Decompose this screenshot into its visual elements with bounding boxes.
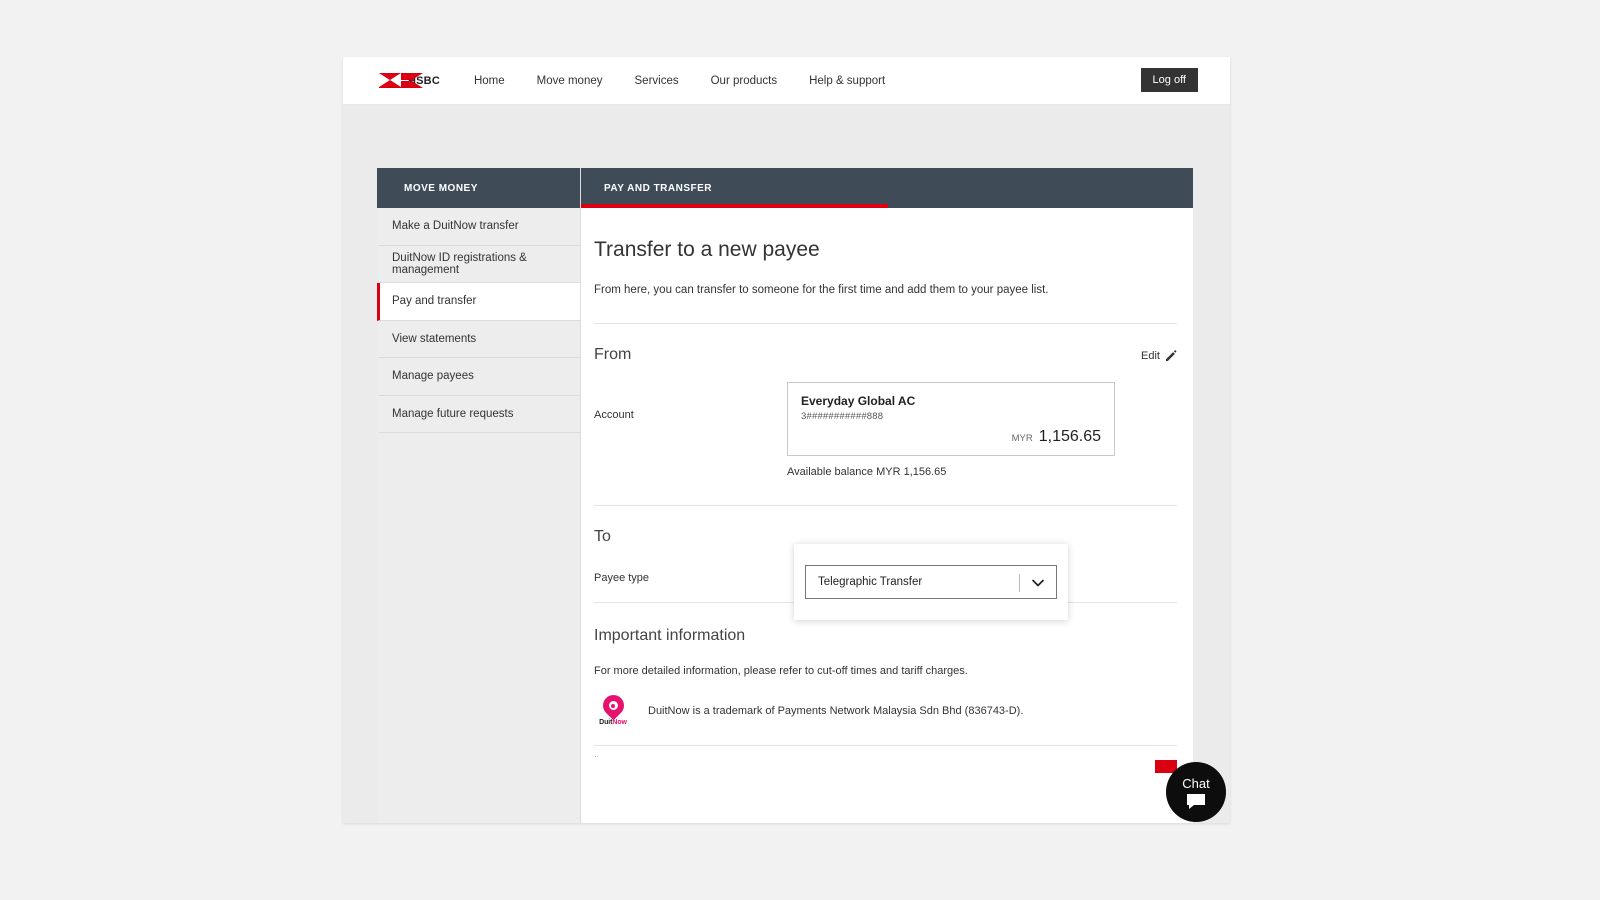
nav-item-services[interactable]: Services [635, 75, 679, 87]
important-information-text: For more detailed information, please re… [594, 665, 968, 677]
duitnow-trademark-text: DuitNow is a trademark of Payments Netwo… [648, 704, 1024, 717]
account-field-label: Account [594, 409, 634, 421]
duitnow-wordmark-second: Now [612, 719, 627, 726]
page-title: Transfer to a new payee [594, 238, 820, 261]
duitnow-wordmark: DuitNow [599, 719, 627, 726]
account-card[interactable]: Everyday Global AC 3###########888 MYR 1… [787, 382, 1115, 456]
duitnow-wordmark-first: Duit [599, 719, 613, 726]
pencil-icon [1166, 350, 1177, 361]
sidebar: MOVE MONEY Make a DuitNow transfer DuitN… [377, 168, 581, 823]
from-section-title: From [594, 346, 632, 363]
payee-type-row: Payee type Telegraphic Transfer [594, 544, 1177, 620]
tab-bar: PAY AND TRANSFER [581, 168, 1193, 208]
payee-type-selected-value: Telegraphic Transfer [818, 576, 923, 588]
account-selection-wrap: Everyday Global AC 3###########888 MYR 1… [787, 382, 1115, 478]
sidebar-filler [377, 433, 580, 823]
sidebar-item-label: Manage payees [392, 370, 474, 383]
hsbc-logo-icon [379, 73, 423, 88]
edit-from-account-button[interactable]: Edit [1141, 350, 1177, 362]
sidebar-item-manage-payees[interactable]: Manage payees [377, 358, 580, 396]
account-number: 3###########888 [801, 411, 884, 422]
log-off-button[interactable]: Log off [1140, 68, 1198, 92]
divider [594, 745, 1177, 746]
sidebar-item-duitnow-id-registrations[interactable]: DuitNow ID registrations & management [377, 245, 580, 283]
account-name: Everyday Global AC [801, 394, 916, 408]
nav-item-our-products[interactable]: Our products [711, 75, 777, 87]
account-currency: MYR [1011, 433, 1033, 444]
from-account-row: Account Everyday Global AC 3###########8… [594, 382, 1177, 478]
sidebar-item-label: View statements [392, 332, 477, 345]
sidebar-item-label: Make a DuitNow transfer [392, 220, 519, 233]
sidebar-item-label: Manage future requests [392, 407, 514, 420]
main-panel: PAY AND TRANSFER Transfer to a new payee… [581, 168, 1193, 823]
primary-navigation: Home Move money Services Our products He… [474, 75, 917, 87]
sidebar-item-manage-future-requests[interactable]: Manage future requests [377, 395, 580, 433]
page-intro-text: From here, you can transfer to someone f… [594, 284, 1049, 296]
page-body: MOVE MONEY Make a DuitNow transfer DuitN… [343, 105, 1230, 823]
duitnow-logo: DuitNow [594, 690, 632, 726]
chat-widget-button[interactable]: Chat [1166, 762, 1226, 822]
nav-item-move-money[interactable]: Move money [537, 75, 603, 87]
payee-type-label: Payee type [594, 572, 650, 584]
chat-bubble-icon [1187, 793, 1205, 809]
payee-type-dropdown-card: Telegraphic Transfer [794, 544, 1068, 620]
duitnow-pin-icon [598, 690, 628, 721]
select-divider [1019, 574, 1020, 592]
site-header: HSBC Home Move money Services Our produc… [343, 57, 1230, 105]
account-amount: 1,156.65 [1038, 428, 1101, 445]
tab-active-underline [581, 204, 888, 208]
bottom-marker: · [594, 751, 597, 761]
browser-page: HSBC Home Move money Services Our produc… [343, 57, 1230, 823]
sidebar-item-label: Pay and transfer [392, 295, 477, 308]
duitnow-trademark-row: DuitNow DuitNow is a trademark of Paymen… [594, 690, 1177, 726]
nav-item-help-support[interactable]: Help & support [809, 75, 885, 87]
tab-pay-and-transfer[interactable]: PAY AND TRANSFER [604, 168, 712, 208]
edit-label: Edit [1141, 350, 1160, 362]
payee-type-select[interactable]: Telegraphic Transfer [805, 565, 1057, 599]
content-shell: MOVE MONEY Make a DuitNow transfer DuitN… [377, 168, 1193, 823]
sidebar-item-make-duitnow-transfer[interactable]: Make a DuitNow transfer [377, 208, 580, 246]
hsbc-brand[interactable]: HSBC [379, 73, 440, 88]
available-balance-text: Available balance MYR 1,156.65 [787, 466, 947, 478]
divider [594, 505, 1177, 506]
chat-label: Chat [1182, 775, 1210, 791]
sidebar-title: MOVE MONEY [377, 168, 580, 208]
from-section-header: From Edit [594, 324, 1177, 364]
chevron-down-icon[interactable] [1031, 577, 1045, 589]
sidebar-item-label: DuitNow ID registrations & management [392, 251, 527, 276]
nav-item-home[interactable]: Home [474, 75, 505, 87]
main-content: Transfer to a new payee From here, you c… [581, 238, 1193, 773]
important-information-title: Important information [594, 627, 746, 644]
sidebar-item-view-statements[interactable]: View statements [377, 320, 580, 358]
sidebar-item-pay-and-transfer[interactable]: Pay and transfer [377, 283, 580, 321]
account-balance-row: MYR 1,156.65 [801, 428, 1101, 446]
